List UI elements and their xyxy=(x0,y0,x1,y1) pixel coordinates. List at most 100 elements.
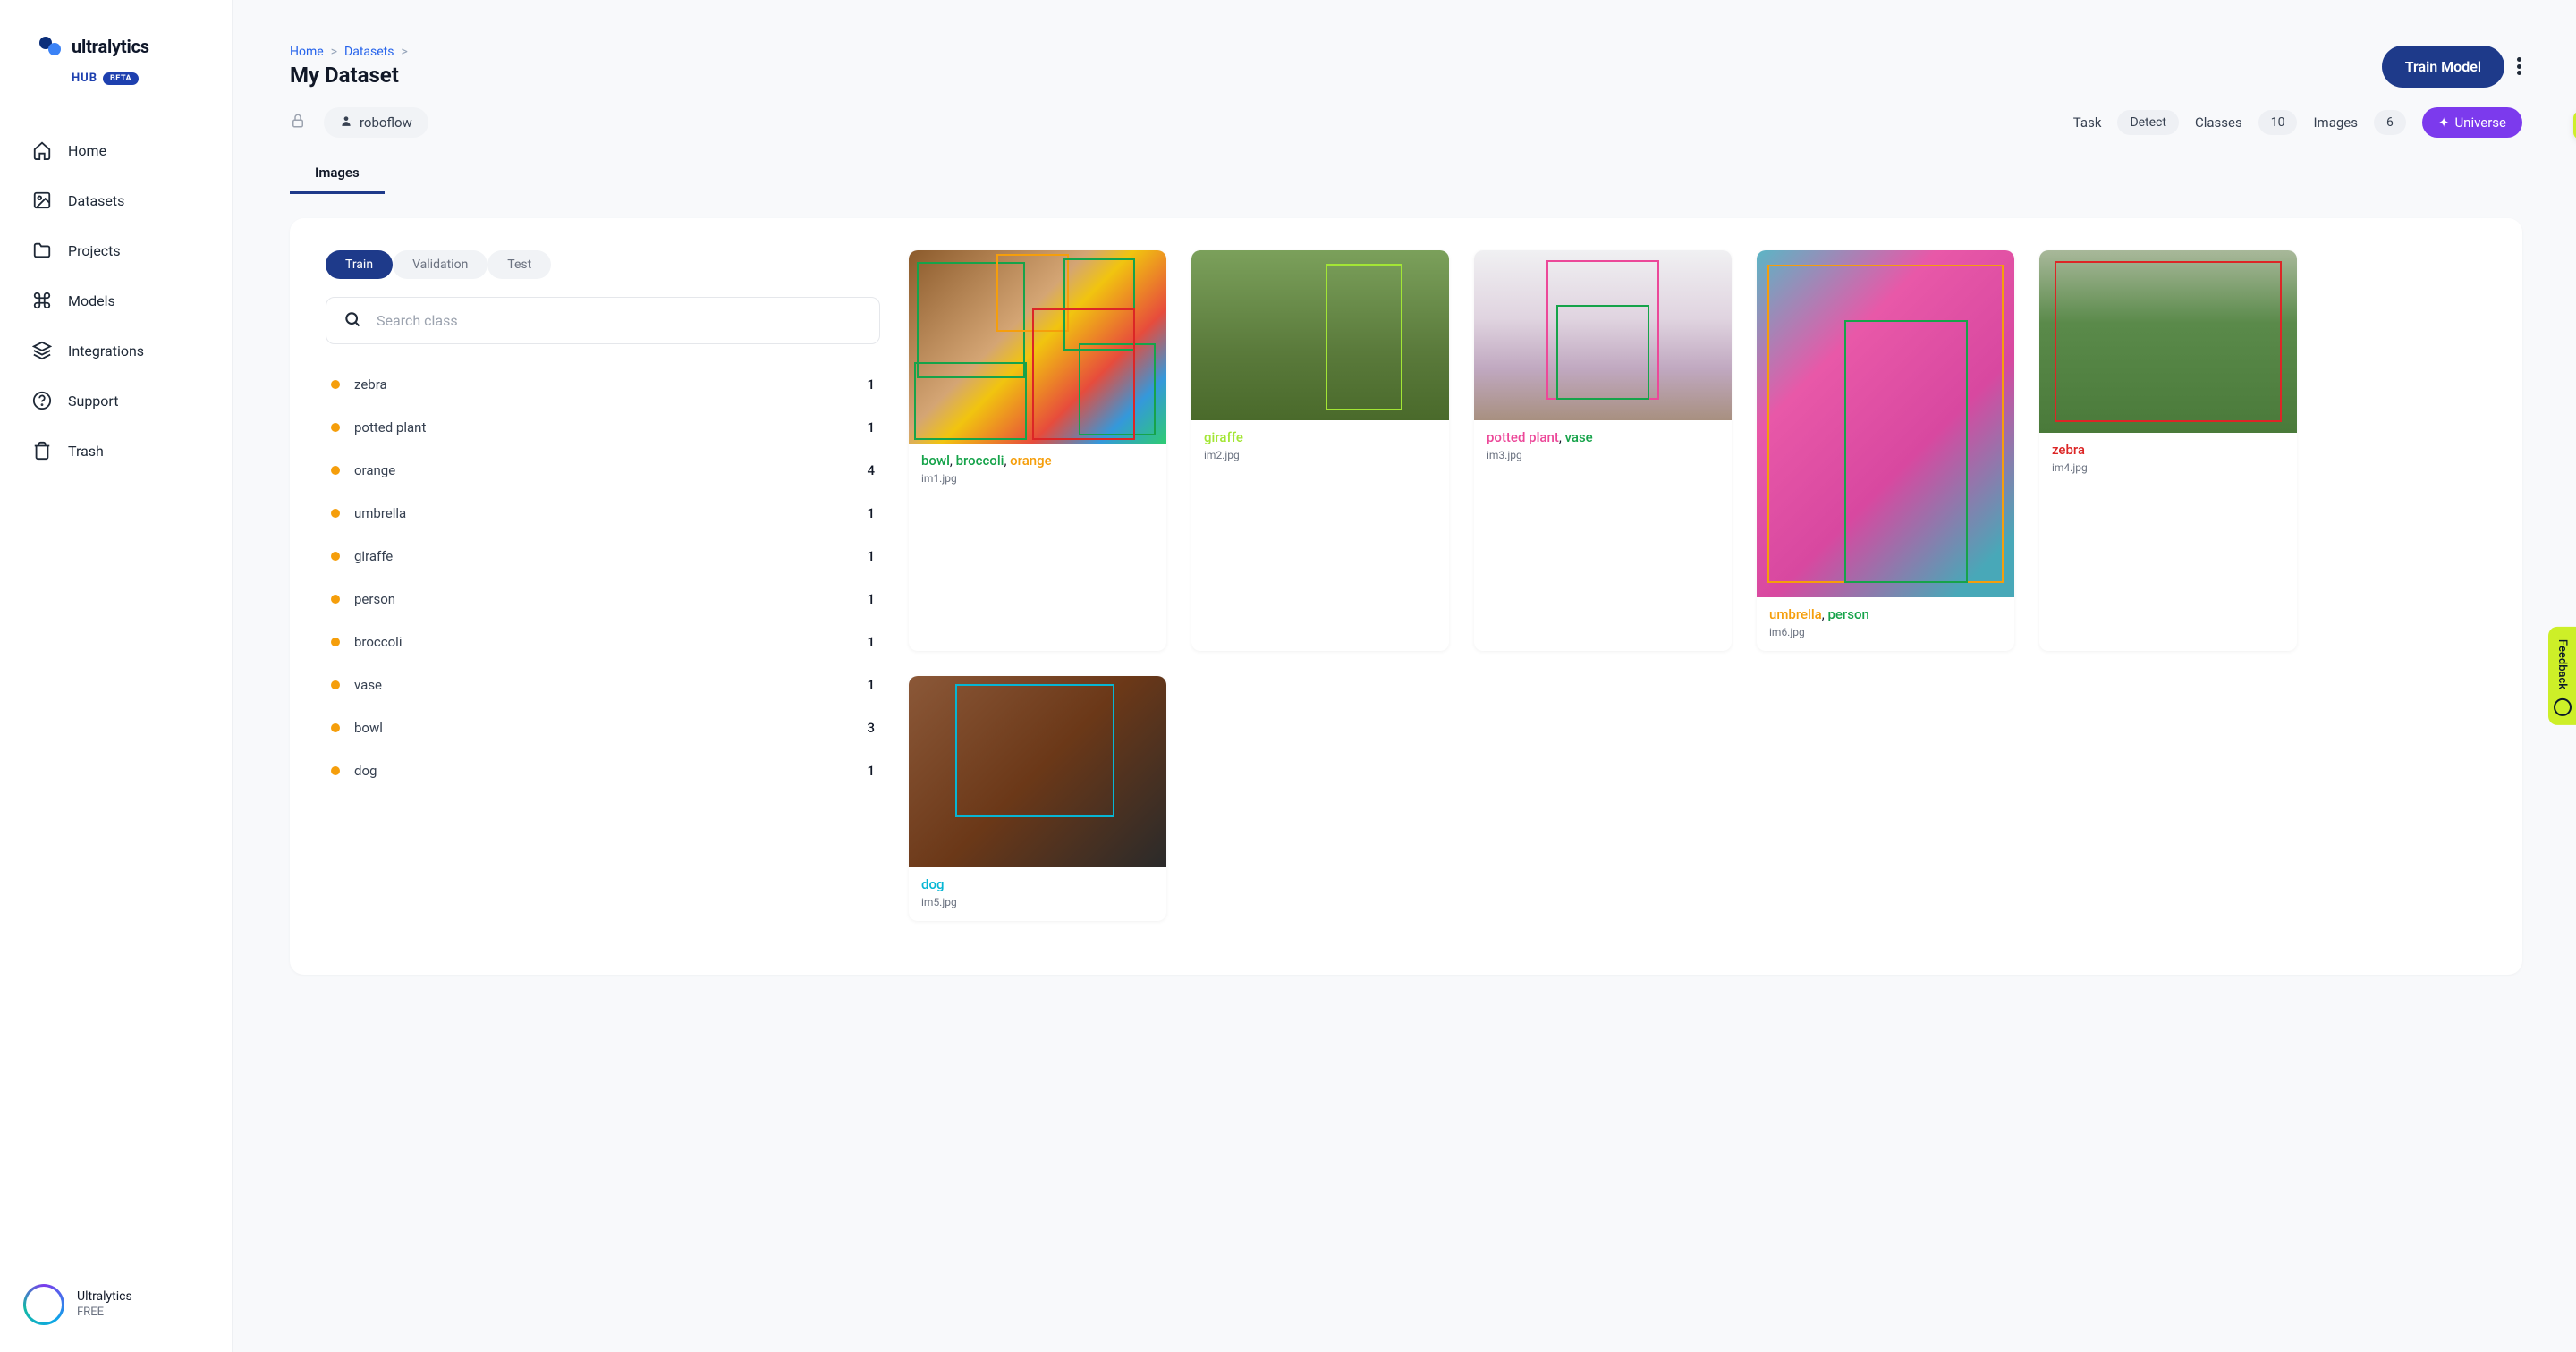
class-name: umbrella xyxy=(354,505,406,521)
card-label: umbrella xyxy=(1769,606,1822,622)
person-icon xyxy=(340,114,352,131)
card-labels: giraffe xyxy=(1204,429,1436,445)
chevron-right-icon: > xyxy=(401,45,407,59)
feedback-tab[interactable]: Feedback xyxy=(2548,627,2576,725)
class-dot-icon xyxy=(331,766,340,775)
split-test[interactable]: Test xyxy=(487,250,551,279)
card-label: person xyxy=(1827,606,1868,622)
class-count: 1 xyxy=(867,591,875,607)
card-label: broccoli xyxy=(956,452,1004,469)
card-caption: dog im5.jpg xyxy=(909,867,1166,921)
image-card[interactable]: potted plant, vaseim3.jpg xyxy=(1474,250,1732,651)
card-caption: umbrella, personim6.jpg xyxy=(1757,597,2014,651)
card-image xyxy=(1191,250,1449,420)
class-row[interactable]: vase 1 xyxy=(326,670,880,700)
sidebar-item-support[interactable]: Support xyxy=(18,378,214,423)
class-row[interactable]: umbrella 1 xyxy=(326,498,880,528)
sidebar-item-label: Models xyxy=(68,292,115,309)
main: Home > Datasets > My Dataset Train Model… xyxy=(233,0,2576,1352)
image-card[interactable]: giraffe im2.jpg xyxy=(1191,250,1449,651)
class-row[interactable]: dog1 xyxy=(326,756,880,786)
image-card[interactable]: umbrella, personim6.jpg xyxy=(1757,250,2014,651)
card-image xyxy=(2039,250,2297,433)
card-caption: bowl, broccoli, orange im1.jpg xyxy=(909,444,1166,497)
card-image xyxy=(909,250,1166,444)
card-labels: dog xyxy=(921,876,1154,892)
search-input[interactable] xyxy=(326,297,880,344)
class-row[interactable]: zebra1 xyxy=(326,369,880,400)
breadcrumb-datasets[interactable]: Datasets xyxy=(344,45,394,59)
class-row[interactable]: orange4 xyxy=(326,455,880,486)
owner-chip[interactable]: roboflow xyxy=(324,107,428,138)
sidebar-item-label: Integrations xyxy=(68,342,144,359)
class-dot-icon xyxy=(331,638,340,646)
class-row[interactable]: giraffe1 xyxy=(326,541,880,571)
layers-icon xyxy=(32,341,52,360)
smile-icon xyxy=(2554,698,2572,716)
image-card[interactable]: dog im5.jpg xyxy=(909,676,1166,921)
bbox xyxy=(914,362,1028,439)
class-name: vase xyxy=(354,677,382,693)
split-validation[interactable]: Validation xyxy=(393,250,487,279)
page-title: My Dataset xyxy=(290,63,408,88)
class-row[interactable]: broccoli1 xyxy=(326,627,880,657)
tab-images[interactable]: Images xyxy=(290,154,385,194)
class-count: 1 xyxy=(867,677,875,693)
search-icon xyxy=(343,310,361,332)
logo[interactable]: ultralytics xyxy=(38,34,214,59)
card-caption: zebraim4.jpg xyxy=(2039,433,2297,486)
card-label: potted plant xyxy=(1487,429,1559,445)
lock-icon xyxy=(290,113,306,132)
task-value: Detect xyxy=(2117,110,2179,135)
chevron-right-icon: > xyxy=(331,45,337,59)
class-count: 3 xyxy=(867,720,875,736)
class-dot-icon xyxy=(331,680,340,689)
class-name: potted plant xyxy=(354,419,426,435)
command-icon xyxy=(32,291,52,310)
split-train[interactable]: Train xyxy=(326,250,393,279)
sidebar-footer[interactable]: Ultralytics FREE xyxy=(18,1275,214,1334)
sidebar-item-trash[interactable]: Trash xyxy=(18,428,214,473)
card-filename: im1.jpg xyxy=(921,472,1154,485)
sidebar-item-models[interactable]: Models xyxy=(18,278,214,323)
card-labels: zebra xyxy=(2052,442,2284,458)
trash-icon xyxy=(32,441,52,461)
class-dot-icon xyxy=(331,595,340,604)
sidebar-item-integrations[interactable]: Integrations xyxy=(18,328,214,373)
class-count: 1 xyxy=(867,548,875,564)
card-image xyxy=(909,676,1166,867)
class-name: broccoli xyxy=(354,634,402,650)
brand-text: ultralytics xyxy=(72,36,149,57)
image-card[interactable]: bowl, broccoli, orange im1.jpg xyxy=(909,250,1166,651)
sidebar-item-home[interactable]: Home xyxy=(18,128,214,173)
card-filename: im2.jpg xyxy=(1204,449,1436,461)
card-labels: bowl, broccoli, orange xyxy=(921,452,1154,469)
class-row[interactable]: bowl 3 xyxy=(326,713,880,743)
footer-user: Ultralytics xyxy=(77,1289,132,1305)
card-caption: potted plant, vaseim3.jpg xyxy=(1474,420,1732,474)
image-icon xyxy=(32,190,52,210)
card-filename: im5.jpg xyxy=(921,896,1154,908)
class-name: orange xyxy=(354,462,395,478)
class-name: person xyxy=(354,591,395,607)
bbox xyxy=(1032,308,1135,440)
class-row[interactable]: potted plant1 xyxy=(326,412,880,443)
card-label: giraffe xyxy=(1204,429,1243,445)
image-card[interactable]: zebraim4.jpg xyxy=(2039,250,2297,651)
more-menu-button[interactable] xyxy=(2517,55,2522,77)
sparkle-icon: ✦ xyxy=(2438,114,2450,131)
breadcrumb-home[interactable]: Home xyxy=(290,45,324,59)
train-model-button[interactable]: Train Model xyxy=(2382,46,2504,88)
class-count: 1 xyxy=(867,505,875,521)
bbox xyxy=(1326,264,1402,410)
sidebar-item-datasets[interactable]: Datasets xyxy=(18,178,214,223)
class-name: bowl xyxy=(354,720,383,736)
card-labels: potted plant, vase xyxy=(1487,429,1719,445)
universe-button[interactable]: ✦ Universe xyxy=(2422,107,2522,138)
class-row[interactable]: person 1 xyxy=(326,584,880,614)
logo-icon xyxy=(38,34,63,59)
card-image xyxy=(1474,250,1732,420)
class-name: zebra xyxy=(354,376,387,393)
task-label: Task xyxy=(2073,114,2102,131)
sidebar-item-projects[interactable]: Projects xyxy=(18,228,214,273)
